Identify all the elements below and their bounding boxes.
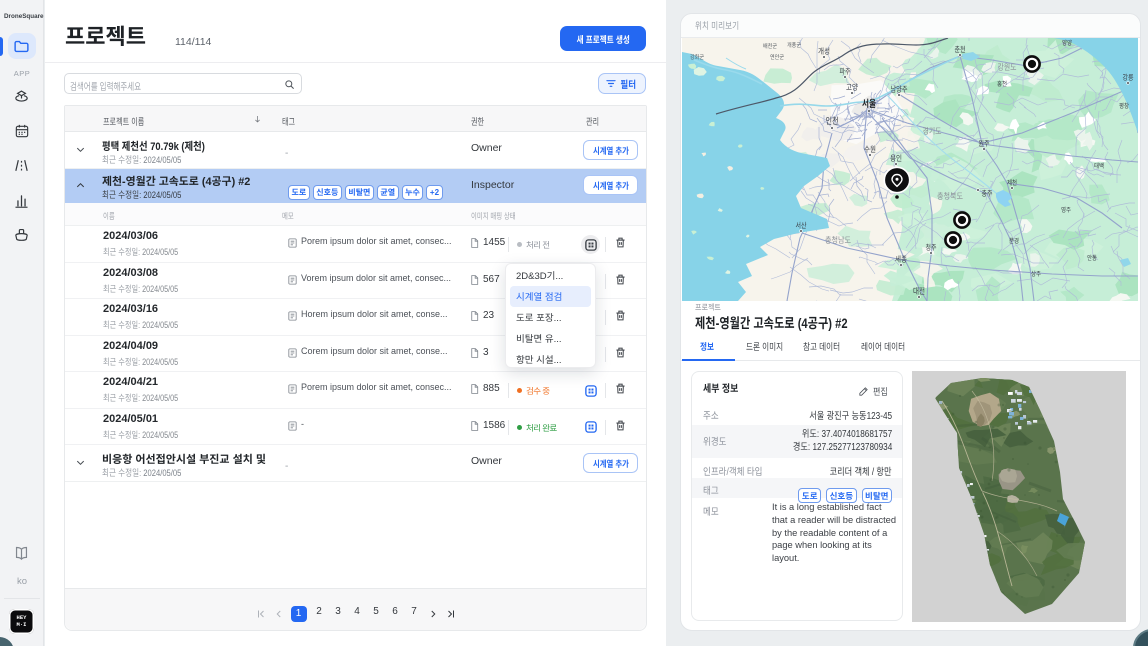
svg-text:강화군: 강화군 bbox=[690, 52, 704, 61]
svg-text:서울: 서울 bbox=[862, 95, 876, 110]
svg-text:수원: 수원 bbox=[864, 144, 876, 155]
svg-text:개풍군: 개풍군 bbox=[787, 40, 801, 49]
svg-text:태백: 태백 bbox=[1094, 160, 1104, 170]
svg-text:양양: 양양 bbox=[1062, 38, 1072, 47]
svg-text:인천: 인천 bbox=[826, 114, 839, 127]
svg-text:충주: 충주 bbox=[982, 188, 993, 199]
svg-text:강릉: 강릉 bbox=[1123, 72, 1134, 83]
svg-text:개성: 개성 bbox=[818, 46, 830, 57]
svg-text:충청남도: 충청남도 bbox=[825, 234, 851, 246]
svg-text:충청북도: 충청북도 bbox=[937, 190, 963, 202]
svg-text:서산: 서산 bbox=[796, 220, 807, 231]
svg-text:고양: 고양 bbox=[846, 82, 859, 93]
svg-text:춘천: 춘천 bbox=[955, 44, 966, 55]
svg-text:배천군: 배천군 bbox=[763, 41, 777, 50]
svg-text:강원도: 강원도 bbox=[998, 61, 1017, 73]
svg-text:안동: 안동 bbox=[1087, 252, 1097, 262]
svg-text:파주: 파주 bbox=[840, 66, 851, 77]
svg-text:남양주: 남양주 bbox=[891, 84, 908, 95]
svg-text:원주: 원주 bbox=[979, 138, 990, 149]
svg-text:연안군: 연안군 bbox=[770, 52, 784, 61]
svg-text:홍천: 홍천 bbox=[997, 78, 1007, 88]
svg-text:청주: 청주 bbox=[926, 242, 937, 253]
svg-text:평창: 평창 bbox=[1119, 100, 1129, 110]
svg-text:대전: 대전 bbox=[913, 285, 925, 297]
svg-text:세종: 세종 bbox=[895, 254, 907, 265]
svg-text:상주: 상주 bbox=[1031, 268, 1041, 278]
svg-text:문경: 문경 bbox=[1009, 235, 1019, 245]
svg-text:용인: 용인 bbox=[890, 153, 902, 164]
svg-text:영주: 영주 bbox=[1061, 204, 1071, 214]
svg-text:경기도: 경기도 bbox=[923, 125, 942, 137]
